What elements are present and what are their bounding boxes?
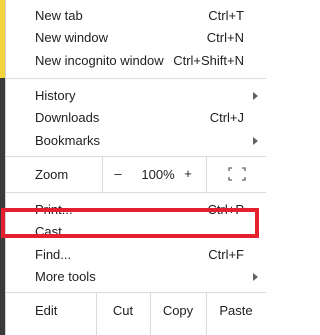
copy-button[interactable]: Copy [152,300,204,322]
menu-item-label: Print... [35,202,73,217]
menu-item-more-tools[interactable]: More tools [6,266,266,288]
menu-separator [6,192,266,193]
menu-item-label: Cast... [35,224,73,239]
menu-item-label: New window [35,30,108,45]
menu-separator [6,292,266,293]
menu-item-history[interactable]: History [6,85,266,107]
menu-item-shortcut: Ctrl+P [207,202,244,217]
fullscreen-icon[interactable] [228,167,246,181]
menu-item-shortcut: Ctrl+Shift+N [173,53,244,68]
menu-item-label: New incognito window [35,53,164,68]
edit-label: Edit [35,303,58,318]
edit-divider [150,292,151,335]
menu-item-shortcut: Ctrl+N [206,30,244,45]
zoom-divider [206,156,207,192]
zoom-out-button[interactable]: – [112,164,124,184]
menu-item-label: History [35,88,76,103]
chrome-main-menu: New tab Ctrl+T New window Ctrl+N New inc… [5,0,266,335]
submenu-arrow-icon [253,137,258,145]
menu-item-new-tab[interactable]: New tab Ctrl+T [6,5,266,27]
zoom-label: Zoom [35,167,69,182]
menu-item-shortcut: Ctrl+J [209,110,244,125]
menu-separator [6,78,266,79]
menu-item-shortcut: Ctrl+F [208,247,244,262]
zoom-in-button[interactable]: + [182,164,194,184]
menu-item-new-window[interactable]: New window Ctrl+N [6,27,266,49]
menu-item-print[interactable]: Print... Ctrl+P [6,199,266,221]
submenu-arrow-icon [253,92,258,100]
menu-item-downloads[interactable]: Downloads Ctrl+J [6,107,266,129]
menu-separator [6,156,266,157]
menu-item-label: Find... [35,247,72,262]
menu-item-cast[interactable]: Cast... [6,221,266,243]
menu-item-bookmarks[interactable]: Bookmarks [6,130,266,152]
cut-button[interactable]: Cut [98,300,148,322]
menu-item-label: Bookmarks [35,133,101,148]
menu-item-label: More tools [35,269,96,284]
menu-item-find[interactable]: Find... Ctrl+F [6,244,266,266]
zoom-level-value: 100% [141,167,175,182]
edit-divider [96,292,97,335]
menu-item-label: New tab [35,8,83,23]
zoom-divider [102,156,103,192]
submenu-arrow-icon [253,273,258,281]
menu-item-new-incognito-window[interactable]: New incognito window Ctrl+Shift+N [6,50,266,72]
menu-item-label: Downloads [35,110,100,125]
edit-divider [206,292,207,335]
menu-item-shortcut: Ctrl+T [208,8,244,23]
paste-button[interactable]: Paste [208,300,264,322]
